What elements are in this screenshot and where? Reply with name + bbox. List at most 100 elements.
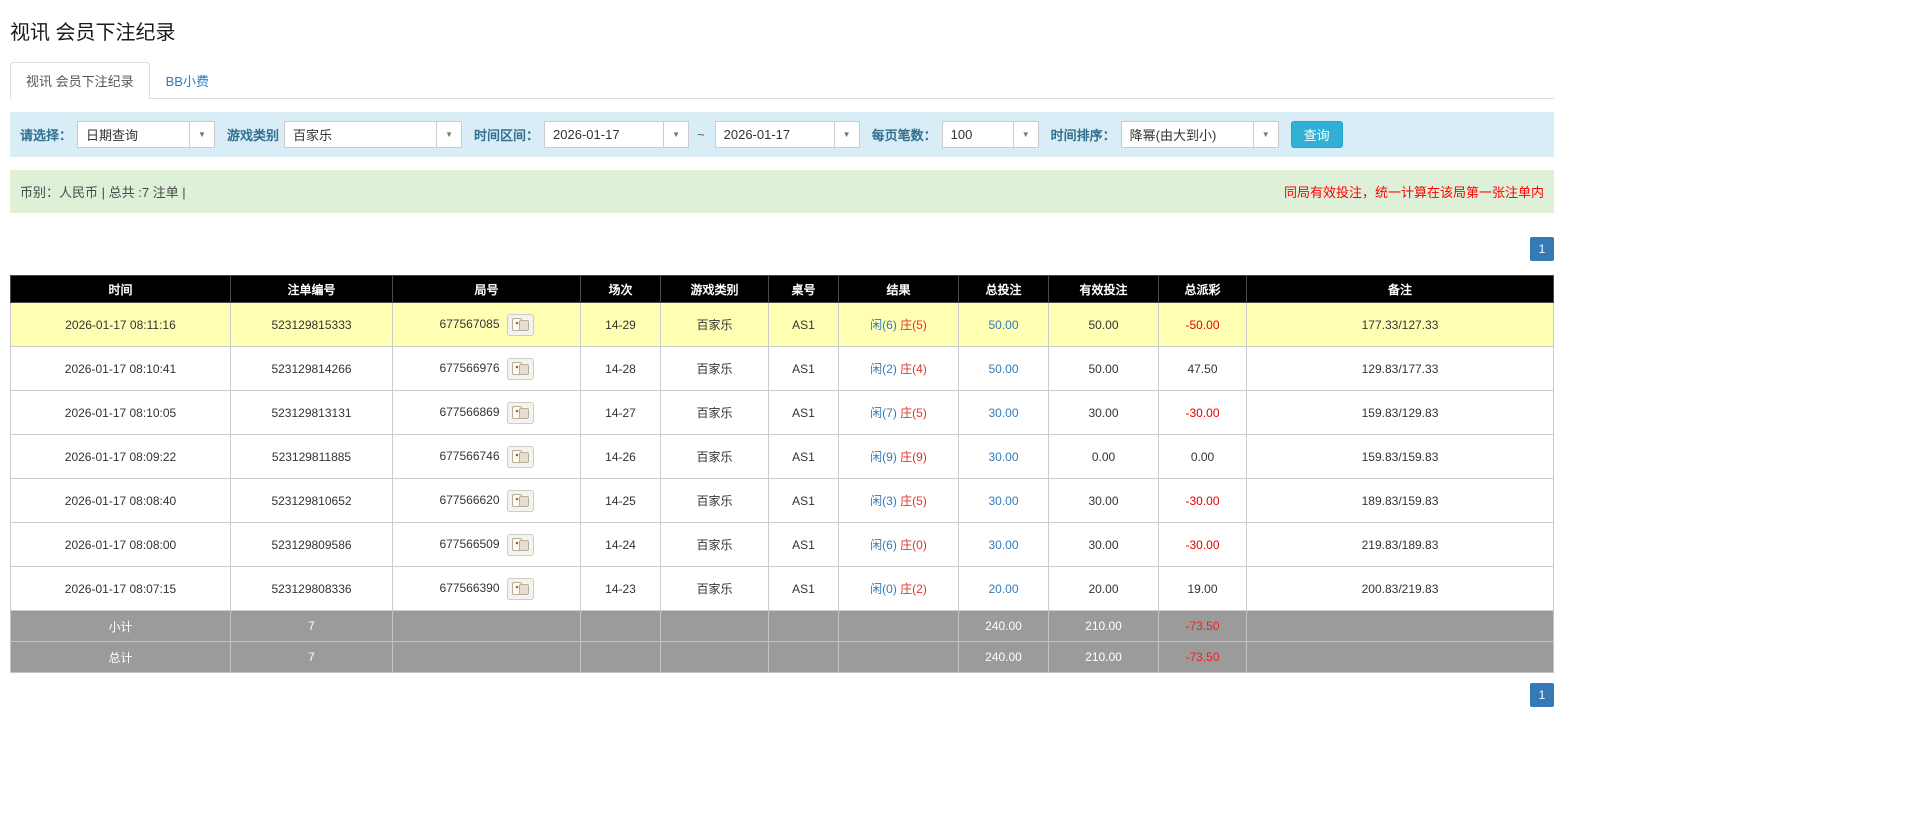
round-detail-button[interactable] — [506, 357, 534, 380]
round-detail-button[interactable] — [506, 577, 534, 600]
cell-result: 闲(9) 庄(9) — [838, 434, 959, 479]
subtotal-row: 小计 7 240.00 210.00 -73.50 — [10, 610, 1554, 642]
page-container: 视讯 会员下注纪录 视讯 会员下注纪录 BB小费 请选择： ▼ 游戏类别 ▼ 时… — [10, 0, 1554, 707]
game-type-caret-button[interactable]: ▼ — [437, 121, 463, 148]
round-number-text: 677566509 — [439, 536, 500, 551]
cell-result: 闲(6) 庄(5) — [838, 302, 959, 347]
cell-round-number: 677566976 — [392, 346, 581, 391]
search-button[interactable]: 查询 — [1290, 121, 1343, 148]
cell-note: 159.83/159.83 — [1246, 434, 1554, 479]
cell-bet-number: 523129813131 — [230, 390, 393, 435]
footer-cell: 7 — [230, 641, 393, 673]
page-size-caret-button[interactable]: ▼ — [1013, 121, 1039, 148]
footer-cell — [580, 641, 661, 673]
column-header-6: 桌号 — [768, 275, 839, 303]
cell-total-bet: 50.00 — [958, 346, 1049, 391]
column-header-1: 时间 — [10, 275, 231, 303]
result-banker: 庄(5) — [900, 318, 927, 332]
cell-valid-bet: 20.00 — [1048, 566, 1159, 611]
cell-bet-number: 523129810652 — [230, 478, 393, 523]
records-table: 时间 注单编号 局号 场次 游戏类别 桌号 结果 总投注 有效投注 总派彩 备注 2026-01-1… — [10, 275, 1554, 673]
cell-session: 14-28 — [580, 346, 661, 391]
table-row: 2026-01-17 08:07:15 523129808336 677566390… — [10, 566, 1554, 611]
date-from-combo: ▼ — [544, 121, 690, 148]
total-bet-link[interactable]: 30.00 — [988, 538, 1018, 552]
result-banker: 庄(4) — [900, 362, 927, 376]
result-banker: 庄(9) — [900, 450, 927, 464]
result-player: 闲(9) — [870, 450, 897, 464]
page-button-1[interactable]: 1 — [1530, 237, 1554, 261]
column-header-4: 场次 — [580, 275, 661, 303]
total-bet-link[interactable]: 20.00 — [988, 582, 1018, 596]
page-size-input[interactable] — [941, 121, 1014, 148]
round-detail-button[interactable] — [506, 445, 534, 468]
notice-text: 同局有效投注，统一计算在该局第一张注单内 — [1283, 185, 1544, 200]
query-type-label: 请选择： — [20, 128, 73, 143]
caret-down-icon: ▼ — [198, 130, 206, 139]
cell-payout: 0.00 — [1158, 434, 1247, 479]
cell-round-number: 677566620 — [392, 478, 581, 523]
round-number-text: 677567085 — [439, 316, 500, 331]
tab-bb-tip[interactable]: BB小费 — [150, 62, 225, 99]
date-to-caret-button[interactable]: ▼ — [834, 121, 860, 148]
cell-time: 2026-01-17 08:11:16 — [10, 302, 231, 347]
total-bet-link[interactable]: 30.00 — [988, 406, 1018, 420]
date-to-combo: ▼ — [714, 121, 860, 148]
cell-note: 219.83/189.83 — [1246, 522, 1554, 567]
footer-cell — [580, 610, 661, 642]
table-row: 2026-01-17 08:11:16 523129815333 677567085… — [10, 302, 1554, 347]
cell-result: 闲(6) 庄(0) — [838, 522, 959, 567]
total-bet-link[interactable]: 50.00 — [988, 362, 1018, 376]
game-type-input[interactable] — [284, 121, 438, 148]
cell-table-number: AS1 — [768, 434, 839, 479]
footer-cell — [1246, 610, 1554, 642]
round-detail-button[interactable] — [506, 313, 534, 336]
column-header-2: 注单编号 — [230, 275, 393, 303]
cell-game-type: 百家乐 — [660, 478, 769, 523]
page-button-1-bottom[interactable]: 1 — [1530, 683, 1554, 707]
round-detail-button[interactable] — [506, 533, 534, 556]
round-detail-button[interactable] — [506, 401, 534, 424]
cell-session: 14-23 — [580, 566, 661, 611]
cell-note: 177.33/127.33 — [1246, 302, 1554, 347]
result-player: 闲(6) — [870, 538, 897, 552]
sort-input[interactable] — [1120, 121, 1254, 148]
cell-valid-bet: 50.00 — [1048, 302, 1159, 347]
cell-total-bet: 50.00 — [958, 302, 1049, 347]
cell-valid-bet: 0.00 — [1048, 434, 1159, 479]
footer-cell: 总计 — [10, 641, 231, 673]
game-result-cards-icon — [511, 494, 529, 507]
total-bet-link[interactable]: 30.00 — [988, 450, 1018, 464]
query-type-caret-button[interactable]: ▼ — [190, 121, 216, 148]
cell-time: 2026-01-17 08:08:00 — [10, 522, 231, 567]
query-type-input[interactable] — [77, 121, 191, 148]
cell-valid-bet: 30.00 — [1048, 522, 1159, 567]
tab-betting-records[interactable]: 视讯 会员下注纪录 — [10, 62, 150, 99]
cell-total-bet: 30.00 — [958, 434, 1049, 479]
total-bet-link[interactable]: 30.00 — [988, 494, 1018, 508]
round-number-text: 677566976 — [439, 360, 500, 375]
cell-bet-number: 523129808336 — [230, 566, 393, 611]
footer-cell — [392, 641, 581, 673]
footer-cell: 240.00 — [958, 641, 1049, 673]
date-to-input[interactable] — [714, 121, 835, 148]
game-result-cards-icon — [511, 450, 529, 463]
total-bet-link[interactable]: 50.00 — [988, 318, 1018, 332]
date-from-input[interactable] — [544, 121, 665, 148]
cell-round-number: 677566509 — [392, 522, 581, 567]
cell-session: 14-24 — [580, 522, 661, 567]
sort-caret-button[interactable]: ▼ — [1253, 121, 1279, 148]
round-detail-button[interactable] — [506, 489, 534, 512]
game-result-cards-icon — [511, 538, 529, 551]
caret-down-icon: ▼ — [445, 130, 453, 139]
result-player: 闲(6) — [870, 318, 897, 332]
cell-round-number: 677566869 — [392, 390, 581, 435]
column-header-8: 总投注 — [958, 275, 1049, 303]
cell-result: 闲(0) 庄(2) — [838, 566, 959, 611]
footer-cell: -73.50 — [1158, 641, 1247, 673]
query-type-combo: ▼ — [77, 121, 216, 148]
game-result-cards-icon — [511, 406, 529, 419]
date-from-caret-button[interactable]: ▼ — [664, 121, 690, 148]
cell-result: 闲(3) 庄(5) — [838, 478, 959, 523]
footer-cell: 210.00 — [1048, 641, 1159, 673]
